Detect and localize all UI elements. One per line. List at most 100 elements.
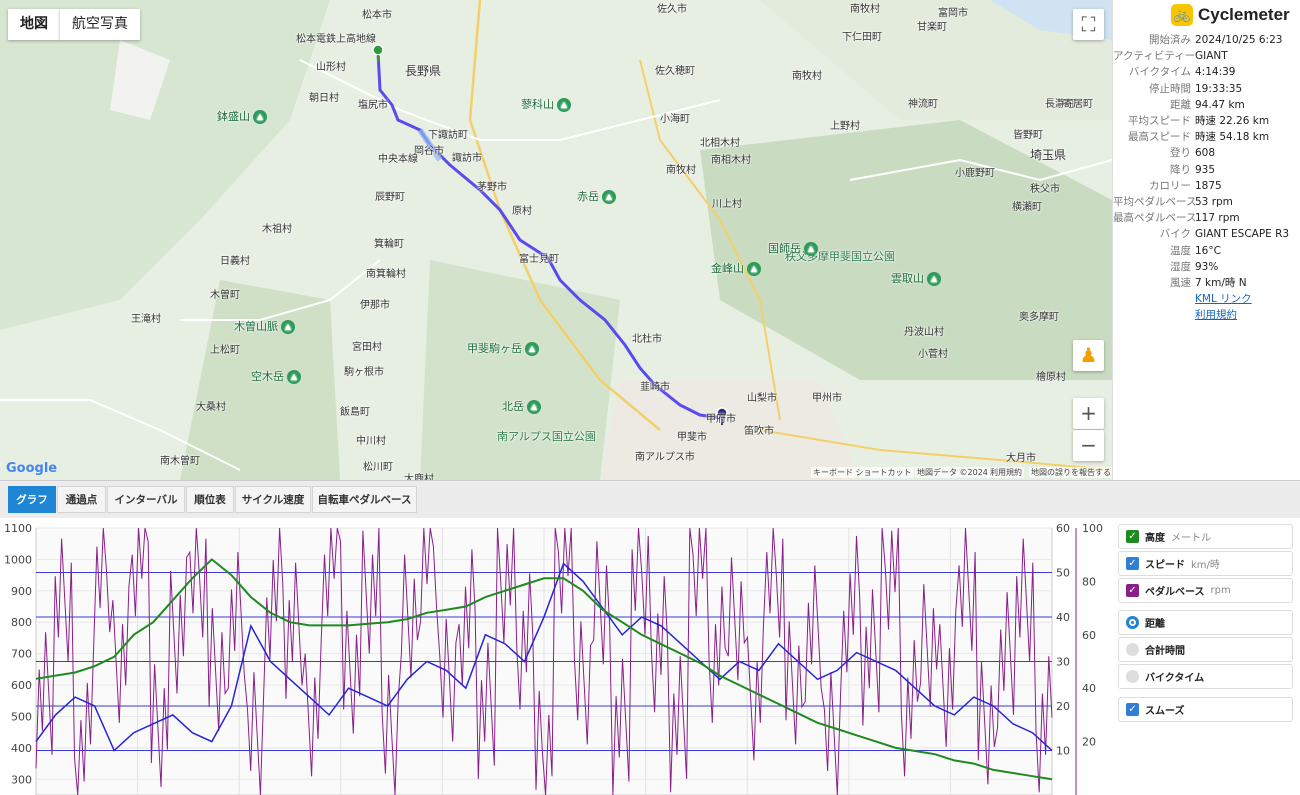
axis-total-time[interactable]: 合計時間 bbox=[1118, 637, 1293, 662]
stat-row: 平均スピード 時速 22.26 km bbox=[1113, 113, 1300, 129]
tab-leaderboard[interactable]: 順位表 bbox=[186, 486, 234, 513]
map-label: 松本電鉄上高地線 bbox=[296, 34, 376, 45]
stat-key: 距離 bbox=[1170, 98, 1191, 111]
map-label: 南木曽町 bbox=[160, 456, 200, 467]
tab-cycle-speed[interactable]: サイクル速度 bbox=[235, 486, 311, 513]
map-label: 諏訪市 bbox=[452, 153, 482, 164]
stat-key: 最高ペダルペース bbox=[1113, 212, 1197, 225]
axis-bike-time[interactable]: バイクタイム bbox=[1118, 664, 1293, 689]
map-label: 下仁田町 bbox=[842, 32, 882, 43]
stat-key: 降り bbox=[1170, 163, 1191, 176]
mountain-icon: ▲ bbox=[527, 400, 541, 414]
mountain-label: 甲斐駒ヶ岳 ▲ bbox=[467, 340, 539, 356]
map-label: 中川村 bbox=[356, 436, 386, 447]
stat-key: 登り bbox=[1170, 147, 1191, 160]
stat-row: 温度 16°C bbox=[1113, 243, 1300, 259]
map-label: 塩尻市 bbox=[358, 100, 388, 111]
stat-key: 平均ペダルペース bbox=[1113, 196, 1197, 209]
map-label: 甘楽町 bbox=[917, 22, 947, 33]
map-label: 上松町 bbox=[210, 345, 240, 356]
stat-key: バイク bbox=[1159, 228, 1191, 241]
stat-row: 風速 7 km/時 N bbox=[1113, 275, 1300, 291]
map-terms-link[interactable]: 利用規約 bbox=[988, 467, 1024, 478]
panel-link[interactable]: 利用規約 bbox=[1195, 309, 1237, 321]
map-label: 南箕輪村 bbox=[366, 269, 406, 280]
tab-waypoints[interactable]: 通過点 bbox=[57, 486, 106, 513]
stat-key: アクティビティー bbox=[1113, 50, 1196, 63]
stat-row: バイク GIANT ESCAPE R3 bbox=[1113, 226, 1300, 242]
stat-row: 湿度 93% bbox=[1113, 259, 1300, 275]
panel-link[interactable]: KML リンク bbox=[1195, 293, 1252, 305]
mountain-icon: ▲ bbox=[927, 272, 941, 286]
keyboard-shortcuts-link[interactable]: キーボード ショートカット bbox=[811, 467, 914, 478]
tab-intervals[interactable]: インターバル bbox=[107, 486, 185, 513]
smooth-toggle[interactable]: ✓ スムーズ bbox=[1118, 697, 1293, 722]
map-label: 韮崎市 bbox=[640, 382, 670, 393]
map-label: 甲斐市 bbox=[677, 432, 707, 443]
stat-value: GIANT ESCAPE R3 bbox=[1195, 228, 1290, 241]
map-label: 秩父市 bbox=[1030, 184, 1060, 195]
stat-value: 16°C bbox=[1195, 244, 1221, 257]
pegman-icon[interactable]: ♟ bbox=[1073, 340, 1104, 371]
left-tick-label: 800 bbox=[11, 616, 32, 629]
stats-list: 開始済み 2024/10/25 6:23 アクティビティー GIANT バイクタイム 4:… bbox=[1113, 32, 1300, 324]
map-label: 山形村 bbox=[316, 62, 346, 73]
map-label: 寄居町 bbox=[1063, 99, 1093, 110]
stat-key: 最高スピード bbox=[1128, 131, 1191, 144]
legend-speed[interactable]: ✓ スピード km/時 bbox=[1118, 551, 1293, 576]
zoom-in-button[interactable]: + bbox=[1073, 398, 1104, 429]
left-tick-label: 1000 bbox=[4, 553, 32, 566]
cadence-tick-label: 100 bbox=[1082, 522, 1103, 535]
map-label: 富岡市 bbox=[938, 8, 968, 19]
map-label: 小菅村 bbox=[918, 349, 948, 360]
map[interactable]: 地図 航空写真 ⛶ ♟ + − 松本市 長野県 塩尻市 岡谷市 下諏訪町 諏訪市… bbox=[0, 0, 1112, 480]
mountain-icon: ▲ bbox=[747, 262, 761, 276]
axis-distance[interactable]: 距離 bbox=[1118, 610, 1293, 635]
mountain-label: 金峰山 ▲ bbox=[711, 260, 761, 276]
stat-value: 19:33:35 bbox=[1195, 82, 1243, 95]
link-row: KML リンク bbox=[1113, 291, 1300, 307]
stat-value: 時速 54.18 km bbox=[1195, 131, 1270, 144]
report-error-link[interactable]: 地図の誤りを報告する bbox=[1029, 467, 1112, 478]
stat-value: 2024/10/25 6:23 bbox=[1195, 34, 1283, 46]
map-label: 松川町 bbox=[363, 462, 393, 473]
map-label: 木祖村 bbox=[262, 224, 292, 235]
chart[interactable]: 1100 1000 900 800 700 600 500 400 300 60 50 40 30 20 1… bbox=[0, 518, 1112, 795]
map-label: 南アルプス市 bbox=[635, 452, 695, 463]
map-label: 茅野市 bbox=[477, 182, 507, 193]
stat-value: 7 km/時 N bbox=[1195, 277, 1247, 290]
stat-key: カロリー bbox=[1149, 179, 1191, 192]
stat-row: 最高スピード 時速 54.18 km bbox=[1113, 129, 1300, 145]
stat-key: 温度 bbox=[1170, 244, 1191, 257]
mountain-icon: ▲ bbox=[281, 320, 295, 334]
mountain-label: 国師岳 ▲ bbox=[768, 240, 818, 256]
map-label: 木曽町 bbox=[210, 290, 240, 301]
map-data-credit: 地図データ ©2024 bbox=[915, 467, 990, 478]
map-label: 大鹿村 bbox=[404, 474, 434, 480]
zoom-out-button[interactable]: − bbox=[1073, 430, 1104, 461]
map-tab-satellite[interactable]: 航空写真 bbox=[60, 9, 140, 40]
radio-icon bbox=[1126, 670, 1139, 683]
map-label: 横瀬町 bbox=[1012, 202, 1042, 213]
cadence-tick-label: 20 bbox=[1082, 736, 1096, 749]
map-tab-map[interactable]: 地図 bbox=[8, 9, 60, 40]
map-label: 檜原村 bbox=[1036, 372, 1066, 383]
map-label: 伊那市 bbox=[360, 300, 390, 311]
legend-altitude[interactable]: ✓ 高度 メートル bbox=[1118, 524, 1293, 549]
map-background bbox=[0, 0, 1112, 480]
map-label: 皆野町 bbox=[1013, 130, 1043, 141]
tab-graph[interactable]: グラフ bbox=[8, 486, 56, 513]
map-label: 中央本線 bbox=[378, 154, 418, 165]
map-label: 北杜市 bbox=[632, 334, 662, 345]
mountain-label: 木曽山脈 ▲ bbox=[234, 318, 295, 334]
tab-cadence[interactable]: 自転車ペダルベース bbox=[312, 486, 417, 513]
stat-key: 停止時間 bbox=[1149, 82, 1191, 95]
mountain-label: 蓼科山 ▲ bbox=[521, 96, 571, 112]
fullscreen-icon[interactable]: ⛶ bbox=[1073, 9, 1104, 40]
radio-icon bbox=[1126, 616, 1139, 629]
legend-cadence[interactable]: ✓ ペダルベース rpm bbox=[1118, 578, 1293, 603]
speed-tick-label: 30 bbox=[1056, 656, 1070, 669]
map-label: 原村 bbox=[512, 206, 532, 217]
google-logo: Google bbox=[6, 461, 58, 476]
mountain-icon: ▲ bbox=[253, 110, 267, 124]
